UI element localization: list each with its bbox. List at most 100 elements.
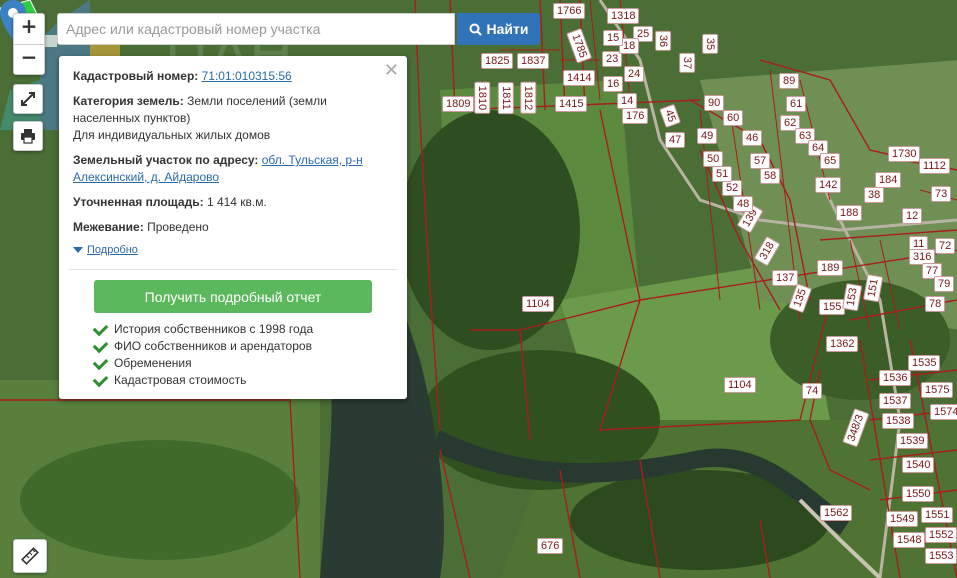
plot-label: 184 [875, 172, 902, 188]
print-button[interactable] [13, 121, 43, 151]
plot-label: 1414 [563, 70, 596, 86]
plot-label: 65 [820, 153, 841, 169]
plot-label: 137 [772, 270, 799, 286]
plot-label: 1837 [517, 53, 550, 69]
use-value: Для индивидуальных жилых домов [73, 128, 271, 142]
plot-label: 1537 [879, 393, 912, 409]
feature-item: ФИО собственников и арендаторов [92, 337, 393, 355]
plot-label: 36 [655, 30, 672, 52]
zoom-out-button[interactable]: − [14, 44, 44, 75]
plot-label: 78 [925, 296, 946, 312]
search-input[interactable] [57, 13, 455, 45]
plot-label: 1104 [522, 296, 554, 312]
plot-label: 79 [934, 276, 955, 292]
measure-button[interactable] [13, 539, 47, 573]
plot-label: 90 [704, 95, 725, 111]
plot-label: 35 [702, 33, 719, 55]
plot-label: 1810 [474, 81, 491, 115]
category-label: Категория земель: [73, 94, 184, 108]
plot-label: 12 [902, 208, 923, 224]
plot-label: 1548 [893, 532, 926, 548]
plot-label: 1318 [607, 8, 640, 24]
details-label: Подробно [87, 244, 138, 256]
caret-down-icon [73, 247, 83, 253]
plot-label: 1825 [481, 53, 514, 69]
plot-label: 52 [722, 180, 743, 196]
check-icon [92, 320, 109, 336]
plot-label: 142 [815, 177, 842, 193]
address-label: Земельный участок по адресу: [73, 153, 259, 167]
plot-label: 1539 [896, 433, 929, 449]
get-report-button[interactable]: Получить подробный отчет [94, 280, 372, 313]
feature-text: Обременения [114, 356, 192, 370]
plot-label: 176 [622, 108, 649, 124]
plot-label: 49 [697, 128, 718, 144]
feature-text: Кадастровая стоимость [114, 373, 247, 387]
plot-label: 74 [802, 383, 823, 399]
plot-label: 676 [537, 538, 564, 554]
plot-label: 1811 [497, 82, 514, 114]
feature-item: Обременения [92, 354, 393, 372]
plot-label: 89 [779, 73, 800, 89]
ruler-icon [21, 547, 39, 565]
plot-label: 1112 [919, 158, 950, 174]
survey-label: Межевание: [73, 220, 144, 234]
category-row: Категория земель: Земли поселений (земли… [73, 93, 393, 144]
plot-label: 73 [931, 186, 952, 202]
plot-label: 1552 [925, 527, 957, 543]
details-toggle[interactable]: Подробно [73, 244, 393, 256]
plot-label: 1812 [520, 81, 537, 115]
feature-text: История собственников с 1998 года [114, 322, 314, 336]
plot-label: 1551 [921, 507, 954, 523]
survey-value: Проведено [147, 220, 209, 234]
plot-label: 46 [742, 130, 763, 146]
plot-label: 51 [712, 166, 733, 182]
search-icon [469, 23, 482, 36]
expand-icon [21, 92, 35, 106]
plot-label: 24 [624, 66, 645, 82]
plot-label: 1536 [879, 370, 912, 386]
plot-label: 1538 [882, 413, 915, 429]
zoom-control: + − [13, 13, 45, 75]
plot-label: 1809 [442, 96, 475, 112]
search-button[interactable]: Найти [457, 13, 540, 45]
plot-label: 1553 [925, 548, 957, 564]
check-icon [92, 371, 109, 387]
area-value: 1 414 кв.м. [206, 195, 267, 209]
fullscreen-button[interactable] [13, 84, 43, 114]
plot-label: 1574 [930, 404, 957, 420]
check-icon [92, 354, 109, 370]
plot-label: 15 [603, 30, 624, 46]
plot-label: 1415 [555, 96, 588, 112]
close-icon[interactable]: ✕ [384, 60, 399, 81]
plot-label: 1562 [820, 505, 853, 521]
search-button-label: Найти [486, 21, 529, 37]
plot-label: 61 [786, 96, 807, 112]
plot-label: 1549 [886, 511, 919, 527]
zoom-in-button[interactable]: + [14, 14, 44, 44]
plot-label: 50 [703, 151, 724, 167]
area-label: Уточненная площадь: [73, 195, 204, 209]
plot-label: 72 [935, 238, 956, 254]
check-icon [92, 337, 109, 353]
plot-label: 48 [733, 196, 754, 212]
divider [69, 269, 397, 270]
feature-item: Кадастровая стоимость [92, 371, 393, 389]
plot-label: 58 [760, 168, 781, 184]
cadastral-link[interactable]: 71:01:010315:56 [202, 69, 292, 83]
plot-label: 1535 [908, 355, 941, 371]
plot-label: 16 [603, 76, 624, 92]
feature-item: История собственников с 1998 года [92, 320, 393, 338]
plot-label: 1104 [724, 377, 756, 393]
plot-label: 188 [836, 205, 863, 221]
plot-label: 189 [817, 260, 844, 276]
plot-label: 37 [679, 52, 696, 74]
report-features-list: История собственников с 1998 года ФИО со… [92, 320, 393, 389]
plot-label: 1540 [902, 457, 935, 473]
plot-label: 57 [750, 153, 771, 169]
plot-label: 14 [617, 93, 638, 109]
feature-text: ФИО собственников и арендаторов [114, 339, 312, 353]
plot-label: 60 [723, 110, 744, 126]
address-row: Земельный участок по адресу: обл. Тульск… [73, 152, 393, 186]
plot-label: 38 [864, 187, 885, 203]
